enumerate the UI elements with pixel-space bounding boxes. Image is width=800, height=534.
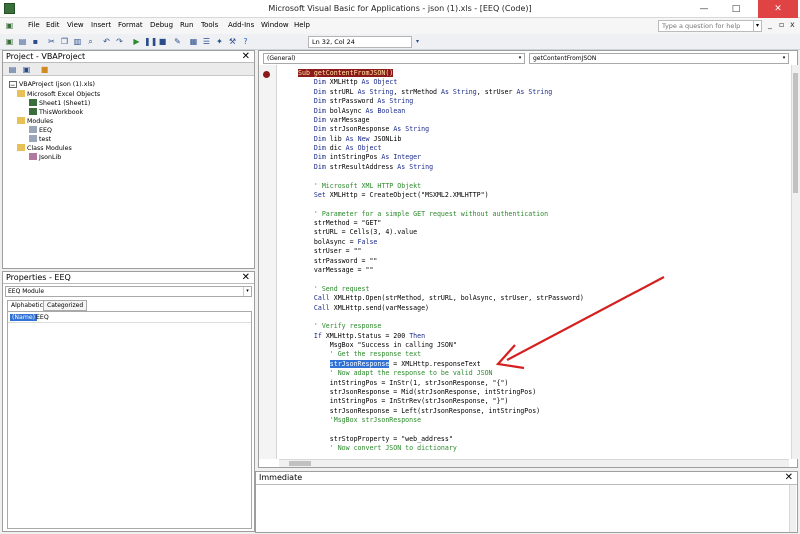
annotation-arrow-head (495, 344, 525, 370)
annotation-arrow (495, 276, 665, 370)
annotation-arrow-shaft (506, 276, 665, 361)
